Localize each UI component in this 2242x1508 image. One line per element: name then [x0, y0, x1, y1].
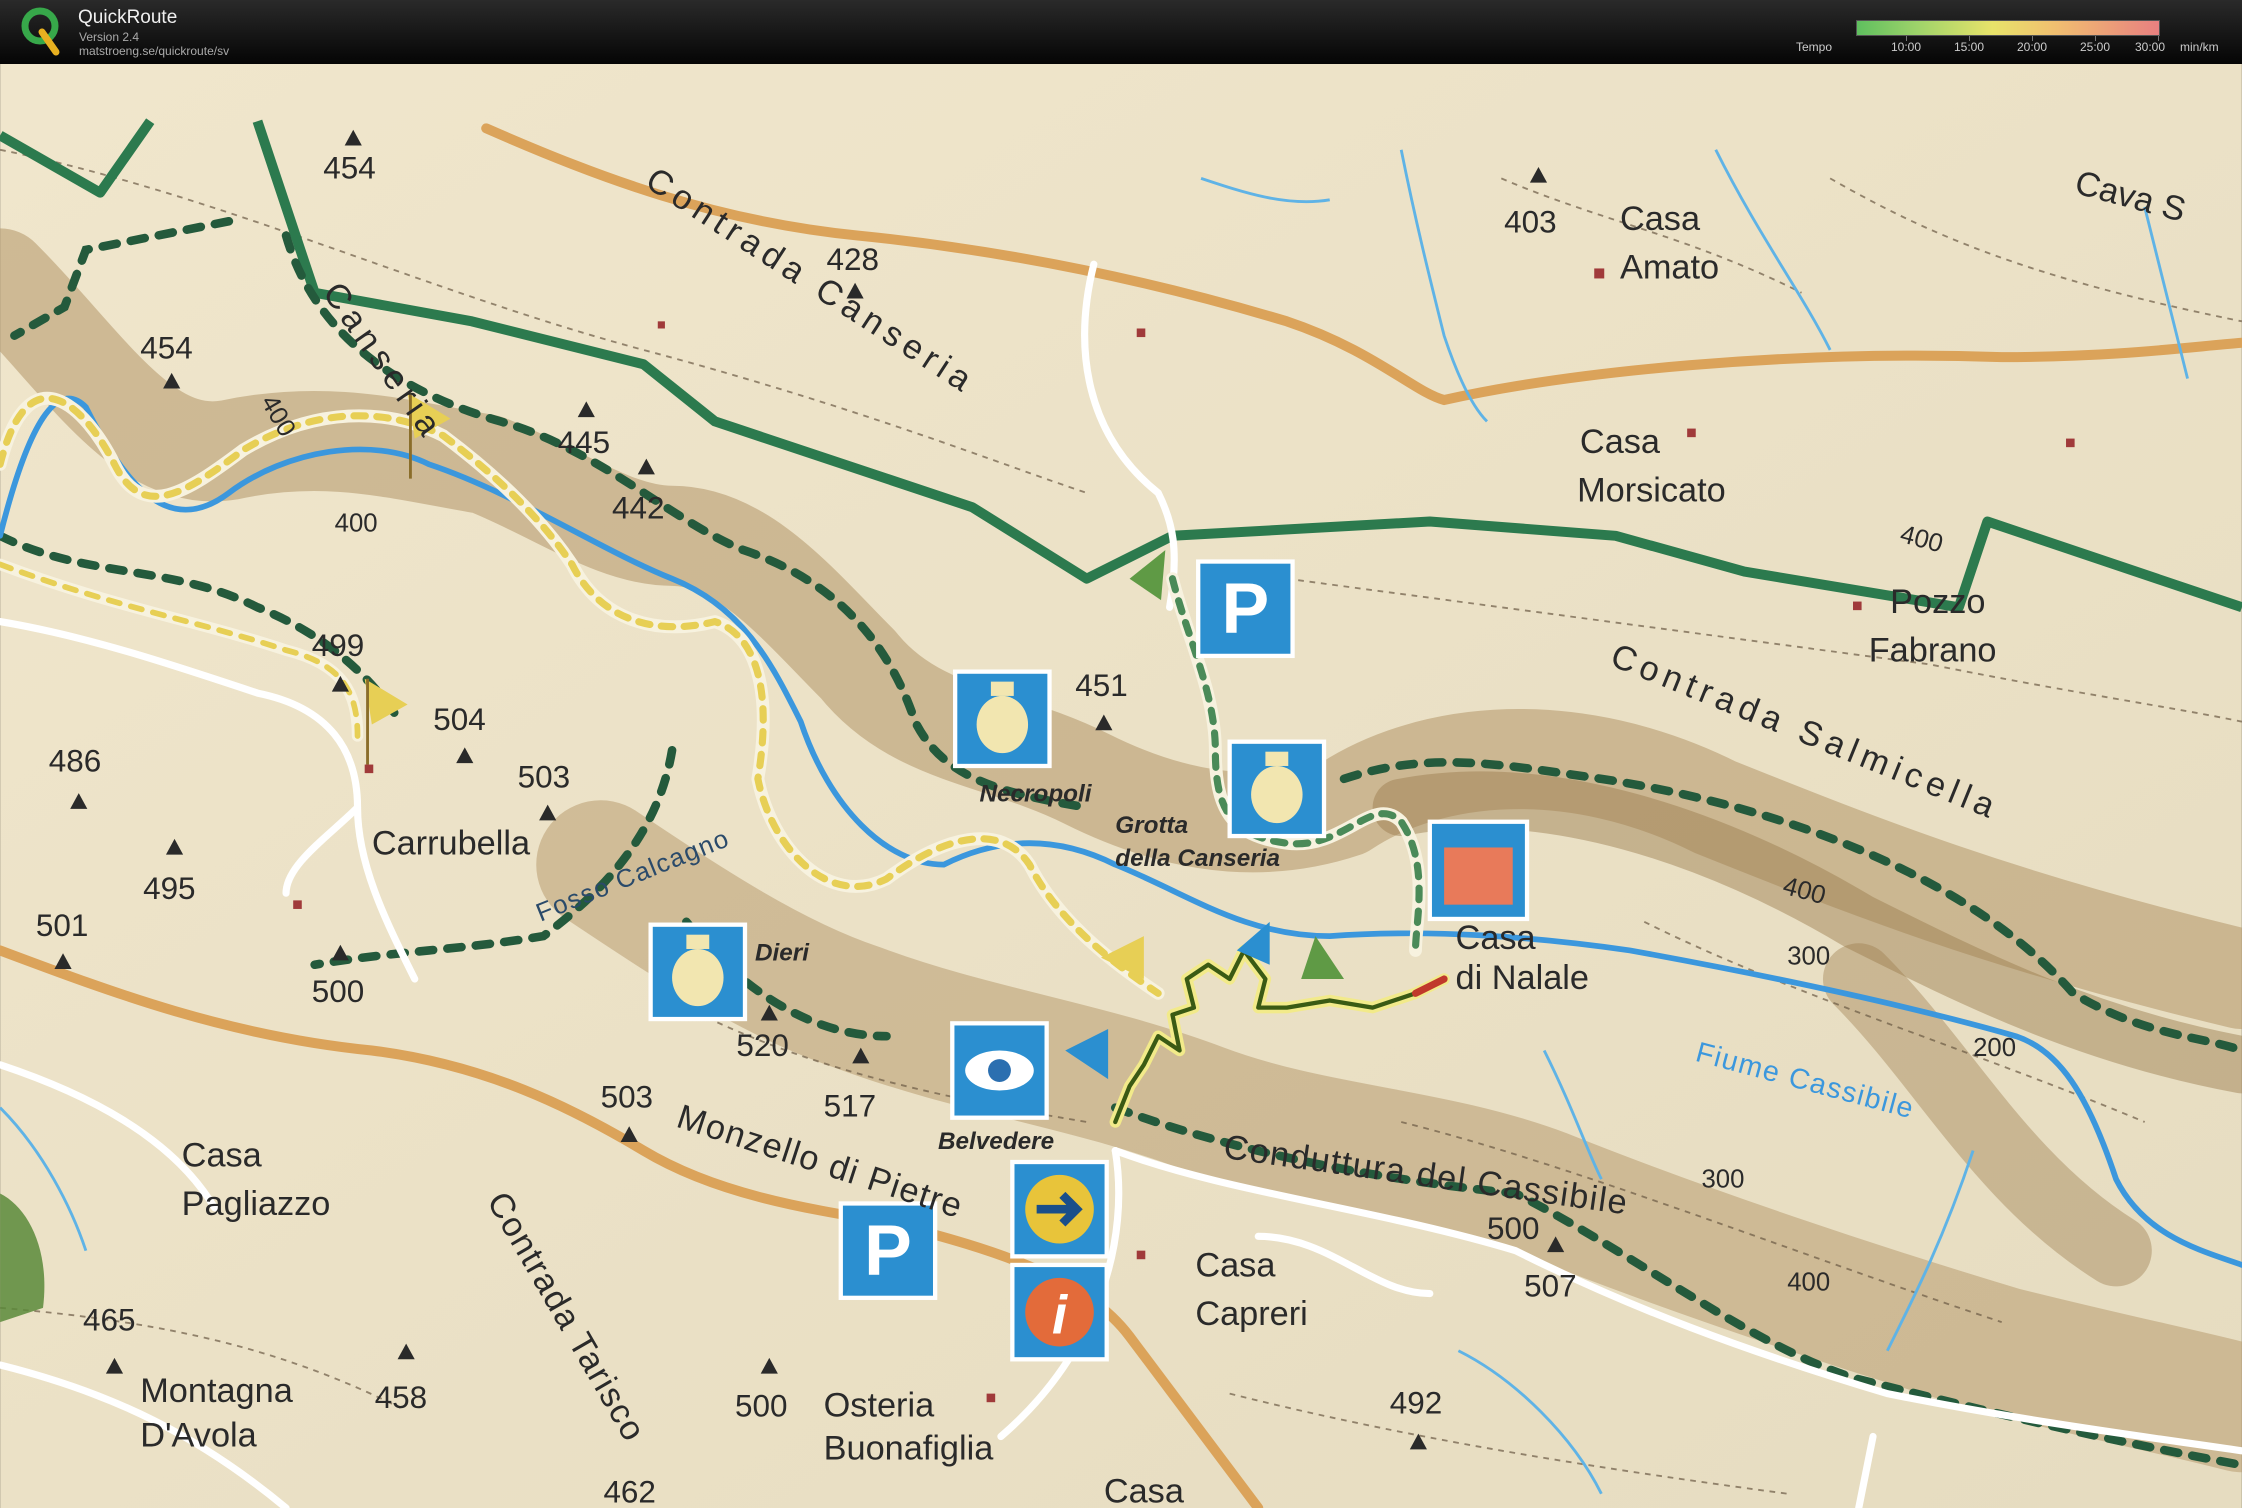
- app-header: QuickRoute Version 2.4 matstroeng.se/qui…: [0, 0, 2242, 64]
- place-label: Casa: [1195, 1246, 1276, 1284]
- elevation-label: 500: [312, 974, 364, 1009]
- elevation-label: 451: [1075, 668, 1127, 703]
- tempo-tick-label: 30:00: [2134, 40, 2166, 54]
- svg-text:P: P: [864, 1211, 912, 1291]
- place-label: Osteria: [824, 1386, 935, 1424]
- elevation-label: 442: [612, 491, 664, 526]
- contour-label: 400: [1787, 1269, 1830, 1297]
- vase-icon[interactable]: [648, 922, 748, 1022]
- place-label: di Nalale: [1456, 959, 1589, 997]
- poi-label: Grotta: [1115, 812, 1188, 839]
- elevation-label: 454: [323, 150, 375, 185]
- poi-label: della Canseria: [1115, 845, 1280, 872]
- place-label: Fabrano: [1869, 632, 1997, 670]
- elevation-label: 458: [375, 1380, 427, 1415]
- place-label: Casa: [1104, 1472, 1185, 1508]
- elevation-label: 504: [433, 702, 485, 737]
- elevation-label: 507: [1524, 1268, 1576, 1303]
- elevation-label: 486: [49, 744, 101, 779]
- tempo-unit: min/km: [2180, 40, 2219, 54]
- contour-label: 200: [1973, 1034, 2016, 1062]
- place-label: Buonafiglia: [824, 1429, 995, 1467]
- svg-text:i: i: [1052, 1285, 1069, 1346]
- elevation-label: 520: [736, 1028, 788, 1063]
- place-label: Montagna: [140, 1372, 293, 1410]
- contour-label: 300: [1701, 1166, 1744, 1194]
- elevation-label: 495: [143, 871, 195, 906]
- elevation-label: 403: [1504, 205, 1556, 240]
- app-name: QuickRoute: [78, 7, 178, 28]
- vase-icon[interactable]: [1227, 739, 1327, 839]
- poi-label: Belvedere: [938, 1128, 1054, 1155]
- place-label: Pagliazzo: [182, 1185, 331, 1223]
- place-label: Amato: [1620, 248, 1719, 286]
- elevation-label: 501: [36, 908, 88, 943]
- place-label: Casa: [182, 1136, 263, 1174]
- tempo-color-scale: [1856, 20, 2160, 36]
- elevation-label: 462: [603, 1474, 655, 1508]
- parking-icon[interactable]: P: [838, 1201, 938, 1300]
- eye-viewpoint-icon[interactable]: [950, 1021, 1049, 1120]
- elevation-label: 500: [1487, 1211, 1539, 1246]
- place-label: Casa: [1456, 919, 1537, 957]
- elevation-label: 499: [312, 628, 364, 663]
- elevation-label: 428: [826, 242, 878, 277]
- tempo-tick-label: 10:00: [1890, 40, 1922, 54]
- tempo-tick-label: 20:00: [2016, 40, 2048, 54]
- place-label: Casa: [1580, 423, 1661, 461]
- elevation-label: 492: [1390, 1386, 1442, 1421]
- tempo-label: Tempo: [1796, 40, 1833, 54]
- info-icon[interactable]: i: [1010, 1262, 1109, 1362]
- poi-label: Necropoli: [979, 781, 1092, 808]
- elevation-label: 503: [518, 759, 570, 794]
- place-label: Casa: [1620, 200, 1701, 238]
- svg-text:P: P: [1222, 569, 1270, 649]
- arrow-right-icon[interactable]: [1010, 1159, 1109, 1259]
- elevation-label: 445: [558, 425, 610, 460]
- elevation-label: 500: [735, 1388, 787, 1423]
- place-label: Morsicato: [1577, 471, 1726, 509]
- contour-label: 300: [1787, 943, 1830, 971]
- parking-icon[interactable]: P: [1196, 559, 1295, 659]
- place-label: D'Avola: [140, 1417, 257, 1455]
- tempo-tick-label: 25:00: [2079, 40, 2111, 54]
- place-label: Carrubella: [372, 825, 531, 863]
- place-label: Pozzo: [1890, 583, 1985, 621]
- tempo-tick-label: 15:00: [1953, 40, 1985, 54]
- contour-label: 400: [335, 510, 378, 538]
- picnic-family-icon[interactable]: [1427, 819, 1530, 922]
- elevation-label: 517: [824, 1088, 876, 1123]
- elevation-label: 503: [601, 1080, 653, 1115]
- map-canvas[interactable]: P P i Casa Amato Casa Morsicato Pozzo Fa…: [0, 64, 2242, 1508]
- app-version: Version 2.4: [79, 30, 140, 44]
- quickroute-logo-icon: [21, 7, 60, 56]
- poi-label: Dieri: [755, 939, 810, 966]
- vase-icon[interactable]: [953, 669, 1052, 769]
- elevation-label: 454: [140, 331, 192, 366]
- app-url: matstroeng.se/quickroute/sv: [79, 44, 230, 58]
- elevation-label: 465: [83, 1303, 135, 1338]
- place-label: Capreri: [1195, 1295, 1307, 1333]
